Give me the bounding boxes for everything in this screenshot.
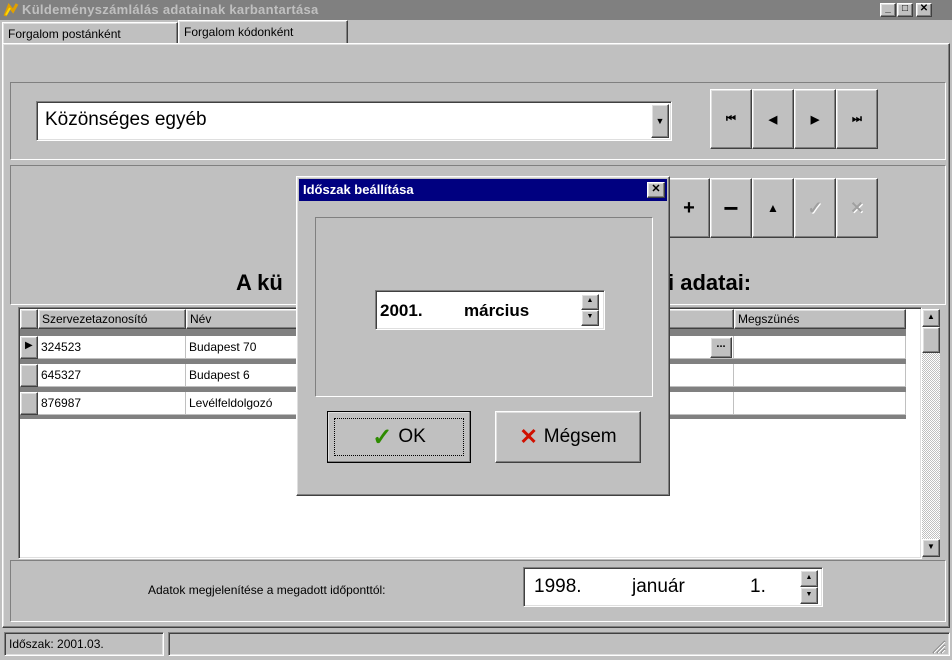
- scroll-down-button[interactable]: ▼: [922, 539, 940, 557]
- dialog-title: Időszak beállítása: [303, 182, 414, 197]
- period-input[interactable]: 2001. március: [375, 290, 605, 330]
- first-icon: ⏮: [726, 112, 736, 125]
- period-dialog: Időszak beállítása ✕ 2001. március ▲ ▼ ✓…: [296, 176, 670, 496]
- window-titlebar[interactable]: Küldeményszámlálás adatainak karbantartá…: [0, 0, 952, 20]
- x-icon: ✕: [519, 424, 538, 449]
- row-indicator[interactable]: [20, 392, 38, 415]
- cell-ellipsis-button[interactable]: ...: [710, 337, 732, 358]
- cell-megszunes[interactable]: [734, 392, 906, 415]
- next-icon: ▶: [810, 113, 820, 126]
- up-icon: ▲: [767, 201, 779, 215]
- date-month: január: [632, 576, 685, 597]
- section-heading-left: A kü: [236, 270, 283, 295]
- chevron-down-icon: ▼: [655, 116, 665, 126]
- dialog-close-button[interactable]: ✕: [647, 182, 665, 198]
- delete-button[interactable]: −: [710, 178, 752, 238]
- x-icon: ✕: [850, 200, 864, 217]
- grid-corner: [20, 309, 38, 329]
- date-spin-down[interactable]: ▼: [800, 587, 818, 604]
- date-filter-label: Adatok megjelenítése a megadott időpontt…: [148, 583, 386, 597]
- window-title: Küldeményszámlálás adatainak karbantartá…: [22, 2, 319, 17]
- period-spin-up[interactable]: ▲: [581, 294, 599, 310]
- post-button[interactable]: ✓: [794, 178, 836, 238]
- col-header-szervezetazonosito[interactable]: Szervezetazonosító: [38, 309, 186, 329]
- tab-forgalom-kodonkent[interactable]: Forgalom kódonként: [178, 20, 348, 44]
- focus-rect: [334, 418, 464, 456]
- combo-value: Közönséges egyéb: [45, 109, 207, 130]
- arrow-up-icon: ▲: [805, 574, 813, 581]
- add-button[interactable]: +: [668, 178, 710, 238]
- date-filter-input[interactable]: 1998. január 1.: [523, 567, 823, 607]
- cancel-edit-button[interactable]: ✕: [836, 178, 878, 238]
- last-icon: ⏭: [852, 112, 862, 125]
- first-record-button[interactable]: ⏮: [710, 89, 752, 149]
- row-indicator[interactable]: [20, 364, 38, 387]
- app-icon: [3, 3, 19, 17]
- plus-icon: +: [683, 196, 695, 219]
- arrow-up-icon: ▲: [927, 312, 935, 321]
- scroll-thumb[interactable]: [922, 327, 940, 353]
- grid-scrollbar[interactable]: ▲ ▼: [922, 309, 940, 557]
- arrow-up-icon: ▲: [586, 297, 594, 304]
- check-icon: ✓: [807, 197, 823, 218]
- edit-button[interactable]: ▲: [752, 178, 794, 238]
- period-spin-down[interactable]: ▼: [581, 310, 599, 326]
- prev-icon: ◀: [768, 113, 778, 126]
- cancel-label: Mégsem: [543, 426, 617, 447]
- cell-id[interactable]: 876987: [38, 392, 186, 415]
- size-grip-icon[interactable]: [930, 638, 946, 654]
- minimize-button[interactable]: _: [880, 3, 896, 17]
- cell-megszunes[interactable]: [734, 364, 906, 387]
- arrow-down-icon: ▼: [927, 542, 935, 551]
- arrow-down-icon: ▼: [805, 591, 813, 598]
- dialog-titlebar[interactable]: Időszak beállítása: [299, 179, 667, 201]
- current-row-icon: ▶: [25, 340, 33, 351]
- cancel-button[interactable]: ✕ Mégsem: [495, 411, 641, 463]
- cell-id[interactable]: 645327: [38, 364, 186, 387]
- next-record-button[interactable]: ▶: [794, 89, 836, 149]
- cell-id[interactable]: 324523: [38, 336, 186, 359]
- ok-button[interactable]: ✓ OK: [327, 411, 471, 463]
- date-day: 1.: [750, 576, 766, 597]
- prev-record-button[interactable]: ◀: [752, 89, 794, 149]
- tab-forgalom-postankent[interactable]: Forgalom postánként: [2, 22, 178, 44]
- cell-megszunes[interactable]: [734, 336, 906, 359]
- period-month: március: [464, 301, 530, 320]
- last-record-button[interactable]: ⏭: [836, 89, 878, 149]
- close-button[interactable]: ✕: [916, 3, 932, 17]
- scroll-up-button[interactable]: ▲: [922, 309, 940, 327]
- date-spin-up[interactable]: ▲: [800, 570, 818, 587]
- combo-dropdown-button[interactable]: ▼: [651, 104, 669, 138]
- maximize-button[interactable]: □: [897, 3, 913, 17]
- section-heading-right: i adatai:: [668, 270, 752, 295]
- status-panel: [168, 632, 950, 656]
- status-period: Időszak: 2001.03.: [4, 632, 164, 656]
- date-year: 1998.: [534, 576, 582, 597]
- row-indicator[interactable]: ▶: [20, 336, 38, 359]
- col-header-megszunes[interactable]: Megszünés: [734, 309, 906, 329]
- arrow-down-icon: ▼: [586, 313, 594, 320]
- code-combobox[interactable]: Közönséges egyéb ▼: [36, 101, 672, 141]
- period-year: 2001.: [380, 301, 423, 320]
- minus-icon: −: [723, 192, 739, 223]
